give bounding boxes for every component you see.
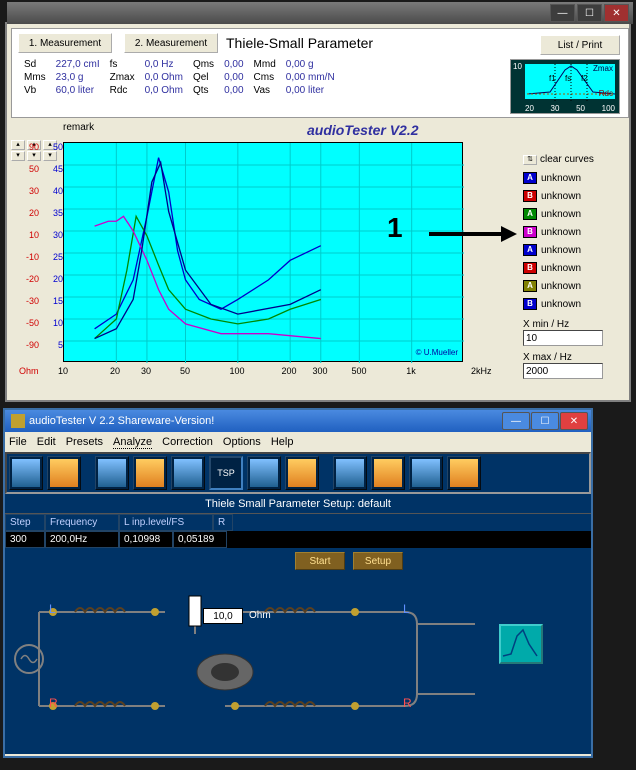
x-unit: 2kHz: [471, 366, 492, 376]
tool-7[interactable]: [285, 456, 319, 490]
legend-item[interactable]: Aunknown: [523, 241, 623, 259]
tool-tsp[interactable]: TSP: [209, 456, 243, 490]
tool-6[interactable]: [247, 456, 281, 490]
arrow-icon: [427, 222, 517, 253]
xmax-label: X max / Hz: [523, 352, 623, 363]
ohm-unit: Ohm: [19, 366, 39, 376]
legend-badge-icon: B: [523, 226, 537, 238]
window-title: audioTester V 2.2 Shareware-Version!: [29, 415, 214, 427]
tool-3[interactable]: [95, 456, 129, 490]
credit-label: © U.Mueller: [416, 348, 458, 357]
xmin-input[interactable]: [523, 330, 603, 346]
legend-badge-icon: A: [523, 244, 537, 256]
minimize-button[interactable]: —: [550, 4, 575, 22]
tsp-panel: — ☐ ✕ 1. Measurement 2. Measurement Thie…: [5, 22, 631, 402]
legend-label: unknown: [541, 227, 581, 238]
legend-badge-icon: B: [523, 190, 537, 202]
annotation-number: 1: [387, 212, 403, 244]
tool-8[interactable]: [333, 456, 367, 490]
status-row: Thiele Small Parameter Setup: default: [5, 494, 591, 514]
tool-10[interactable]: [409, 456, 443, 490]
legend-badge-icon: B: [523, 298, 537, 310]
legend-item[interactable]: Aunknown: [523, 277, 623, 295]
legend-label: unknown: [541, 209, 581, 220]
app-icon: [11, 414, 25, 428]
menu-help[interactable]: Help: [271, 436, 294, 448]
audiotester-window: audioTester V 2.2 Shareware-Version! — ☐…: [3, 408, 593, 758]
menu-file[interactable]: File: [9, 436, 27, 448]
legend-spinner[interactable]: ⇅: [523, 155, 537, 165]
list-print-button[interactable]: List / Print: [540, 35, 620, 55]
start-button[interactable]: Start: [295, 552, 345, 570]
mini-chart: 10 Zmax Rdc f1 fs f2 20 30 50 100: [510, 59, 620, 114]
impedance-chart: 90 50 50 45 30 40 20 35 10 30 -10 25 -20…: [63, 128, 503, 388]
ohm-input[interactable]: [203, 608, 243, 624]
mini-y-value: 10: [513, 62, 522, 71]
titlebar: — ☐ ✕: [7, 2, 633, 24]
circuit-R-right: R: [403, 696, 412, 710]
legend: ⇅ clear curves AunknownBunknownAunknownB…: [523, 154, 623, 379]
chart-plot-area: © U.Mueller: [63, 142, 463, 362]
setup-button[interactable]: Setup: [353, 552, 403, 570]
menu-presets[interactable]: Presets: [66, 436, 103, 448]
tool-5[interactable]: [171, 456, 205, 490]
table-row: 300 200,0Hz 0,10998 0,05189: [5, 531, 591, 548]
tsp-title: Thiele-Small Parameter: [226, 35, 373, 51]
legend-item[interactable]: Bunknown: [523, 295, 623, 313]
window-titlebar: audioTester V 2.2 Shareware-Version! — ☐…: [5, 410, 591, 432]
circuit-L-left: L: [49, 602, 56, 616]
legend-badge-icon: A: [523, 172, 537, 184]
minimize-button[interactable]: —: [502, 412, 530, 430]
legend-label: unknown: [541, 191, 581, 202]
legend-badge-icon: A: [523, 280, 537, 292]
legend-label: unknown: [541, 299, 581, 310]
parameter-area: 1. Measurement 2. Measurement Thiele-Sma…: [11, 28, 629, 118]
menubar: File Edit Presets Analyze Correction Opt…: [5, 432, 591, 452]
tool-2[interactable]: [47, 456, 81, 490]
circuit-svg: [5, 574, 591, 754]
tool-9[interactable]: [371, 456, 405, 490]
legend-badge-icon: B: [523, 262, 537, 274]
menu-correction[interactable]: Correction: [162, 436, 213, 448]
legend-label: unknown: [541, 281, 581, 292]
maximize-button[interactable]: ☐: [577, 4, 602, 22]
menu-analyze[interactable]: Analyze: [113, 436, 152, 449]
legend-badge-icon: A: [523, 208, 537, 220]
clear-curves-button[interactable]: clear curves: [540, 154, 594, 165]
result-preview[interactable]: [499, 624, 543, 664]
rdc-label: Rdc: [599, 89, 613, 98]
measurement-1-button[interactable]: 1. Measurement: [18, 33, 112, 53]
legend-label: unknown: [541, 245, 581, 256]
circuit-L-right: L: [403, 602, 410, 616]
ohm-unit-label: Ohm: [249, 610, 271, 621]
zmax-label: Zmax: [593, 64, 613, 73]
tool-4[interactable]: [133, 456, 167, 490]
circuit-R-left: R: [49, 696, 58, 710]
xmin-label: X min / Hz: [523, 319, 623, 330]
measurement-2-button[interactable]: 2. Measurement: [124, 33, 218, 53]
legend-item[interactable]: Bunknown: [523, 187, 623, 205]
tool-1[interactable]: [9, 456, 43, 490]
xmax-input[interactable]: [523, 363, 603, 379]
legend-label: unknown: [541, 173, 581, 184]
menu-edit[interactable]: Edit: [37, 436, 56, 448]
mini-x-axis: 20 30 50 100: [525, 104, 615, 113]
toolbar: TSP: [5, 452, 591, 494]
table-header: Step Frequency L inp.level/FS R: [5, 514, 591, 531]
legend-item[interactable]: Aunknown: [523, 205, 623, 223]
legend-item[interactable]: Bunknown: [523, 259, 623, 277]
close-button[interactable]: ✕: [560, 412, 588, 430]
legend-label: unknown: [541, 263, 581, 274]
legend-item[interactable]: Aunknown: [523, 169, 623, 187]
close-button[interactable]: ✕: [604, 4, 629, 22]
controls-row: Start Setup: [5, 548, 591, 574]
tsp-parameters: Sd227,0 cmI fs0,0 Hz Qms0,00 Mmd0,00 g M…: [18, 57, 341, 98]
menu-options[interactable]: Options: [223, 436, 261, 448]
curves-svg: [64, 143, 464, 363]
maximize-button[interactable]: ☐: [531, 412, 559, 430]
tool-11[interactable]: [447, 456, 481, 490]
legend-item[interactable]: Bunknown: [523, 223, 623, 241]
circuit-diagram: L R L R Ohm: [5, 574, 591, 754]
